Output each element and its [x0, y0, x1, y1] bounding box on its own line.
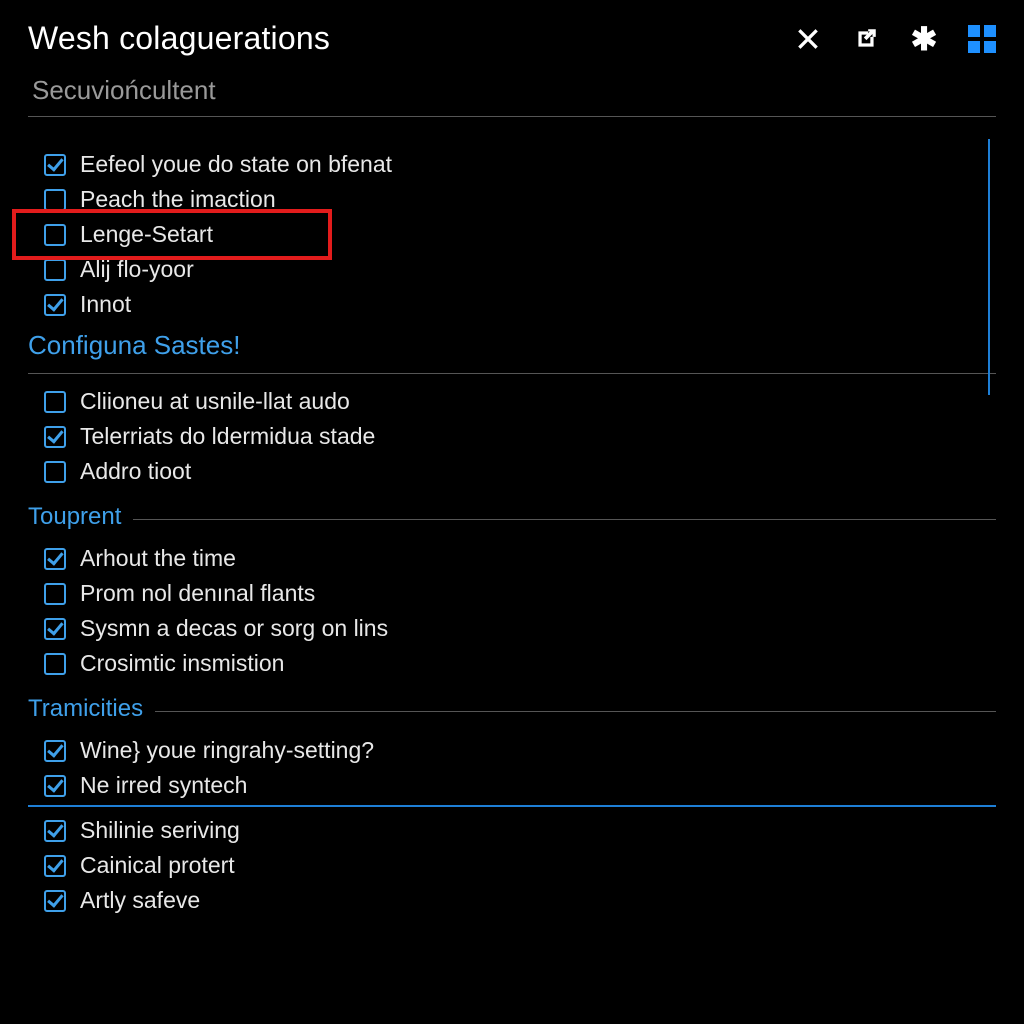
- group-title: Touprent: [28, 503, 121, 531]
- checkbox-label: Telerriats do ldermiduа stade: [80, 423, 375, 450]
- checkbox[interactable]: [44, 259, 66, 281]
- checkbox-label: Alij flo-yoor: [80, 256, 194, 283]
- check-row[interactable]: Innot: [42, 287, 996, 322]
- group-title: Tramicities: [28, 695, 143, 723]
- popout-icon[interactable]: [852, 25, 880, 53]
- checkbox[interactable]: [44, 224, 66, 246]
- checkbox-label: Ne irred syntech: [80, 772, 247, 799]
- checkbox-label: Eefeol youe do state on bfenat: [80, 151, 392, 178]
- blue-separator: [28, 805, 996, 807]
- check-row[interactable]: Crosimtic insmistion: [42, 646, 996, 681]
- checkbox-label: Arhout the time: [80, 545, 236, 572]
- checkbox[interactable]: [44, 820, 66, 842]
- divider: [155, 711, 996, 712]
- group-header: Tramicities: [28, 695, 996, 723]
- checkbox-label: Artly safeve: [80, 887, 200, 914]
- window-title: Wesh colaguerations: [28, 20, 330, 57]
- checkbox[interactable]: [44, 426, 66, 448]
- checkbox[interactable]: [44, 775, 66, 797]
- check-row[interactable]: Ne irred syntech: [42, 768, 996, 803]
- group-header: Touprent: [28, 503, 996, 531]
- group-touprent: Touprent Arhout the time Prom nol denına…: [28, 503, 996, 681]
- checkbox[interactable]: [44, 583, 66, 605]
- subtitle-row: Secuviońcultent: [28, 75, 996, 117]
- check-row[interactable]: Cliionеu at usnile-llat audo: [42, 384, 996, 419]
- checkbox-label: Crosimtic insmistion: [80, 650, 284, 677]
- check-row[interactable]: Wine} youe ringrahy-setting?: [42, 733, 996, 768]
- checkbox[interactable]: [44, 855, 66, 877]
- titlebar-icons: ✱: [794, 25, 996, 53]
- subtitle: Secuviońcultent: [32, 75, 216, 105]
- checkbox-label: Wine} youe ringrahy-setting?: [80, 737, 374, 764]
- checkbox[interactable]: [44, 890, 66, 912]
- group-configuna: Configuna Sastes! Cliionеu at usnile-lla…: [42, 330, 996, 489]
- checkbox[interactable]: [44, 391, 66, 413]
- close-icon[interactable]: [794, 25, 822, 53]
- check-row[interactable]: Eefeol youe do state on bfenat: [42, 147, 996, 182]
- check-row[interactable]: Sysmn a decas or sorg on lins: [42, 611, 996, 646]
- group-tramicities: Tramicities Wine} youe ringrahy-setting?…: [28, 695, 996, 918]
- grid-icon[interactable]: [968, 25, 996, 53]
- checkbox-label: Peach the imaction: [80, 186, 276, 213]
- titlebar: Wesh colaguerations ✱: [28, 20, 996, 57]
- checkbox-label: Lenge-Setart: [80, 221, 213, 248]
- check-row[interactable]: Telerriats do ldermiduа stade: [42, 419, 996, 454]
- checkbox[interactable]: [44, 548, 66, 570]
- checkbox-label: Cliionеu at usnile-llat audo: [80, 388, 350, 415]
- asterisk-icon[interactable]: ✱: [910, 25, 938, 53]
- settings-panel: Eefeol youe do state on bfenat Peach the…: [28, 147, 996, 918]
- divider: [28, 373, 996, 374]
- divider: [133, 519, 996, 520]
- check-row[interactable]: Addro tioot: [42, 454, 996, 489]
- checkbox[interactable]: [44, 618, 66, 640]
- group-title: Configuna Sastes!: [28, 330, 996, 361]
- group-primary: Eefeol youe do state on bfenat Peach the…: [42, 147, 996, 322]
- checkbox-label: Sysmn a decas or sorg on lins: [80, 615, 388, 642]
- checkbox-label: Addro tioot: [80, 458, 191, 485]
- checkbox-label: Cainical protert: [80, 852, 235, 879]
- check-row[interactable]: Arhout the time: [42, 541, 996, 576]
- checkbox-label: Shilinie seriving: [80, 817, 240, 844]
- check-row[interactable]: Peach the imaction: [42, 182, 996, 217]
- checkbox[interactable]: [44, 740, 66, 762]
- checkbox-label: Innot: [80, 291, 131, 318]
- checkbox[interactable]: [44, 653, 66, 675]
- check-row[interactable]: Artly safeve: [42, 883, 996, 918]
- checkbox[interactable]: [44, 294, 66, 316]
- check-row[interactable]: Alij flo-yoor: [42, 252, 996, 287]
- check-row[interactable]: Shilinie seriving: [42, 813, 996, 848]
- check-row[interactable]: Prom nol denınal flants: [42, 576, 996, 611]
- check-row[interactable]: Cainical protert: [42, 848, 996, 883]
- configuration-window: Wesh colaguerations ✱ Secuviońcultent Ee…: [0, 0, 1024, 1024]
- check-row-highlighted[interactable]: Lenge-Setart: [42, 217, 996, 252]
- checkbox[interactable]: [44, 154, 66, 176]
- checkbox[interactable]: [44, 189, 66, 211]
- checkbox[interactable]: [44, 461, 66, 483]
- section-accent-line: [988, 139, 990, 395]
- checkbox-label: Prom nol denınal flants: [80, 580, 315, 607]
